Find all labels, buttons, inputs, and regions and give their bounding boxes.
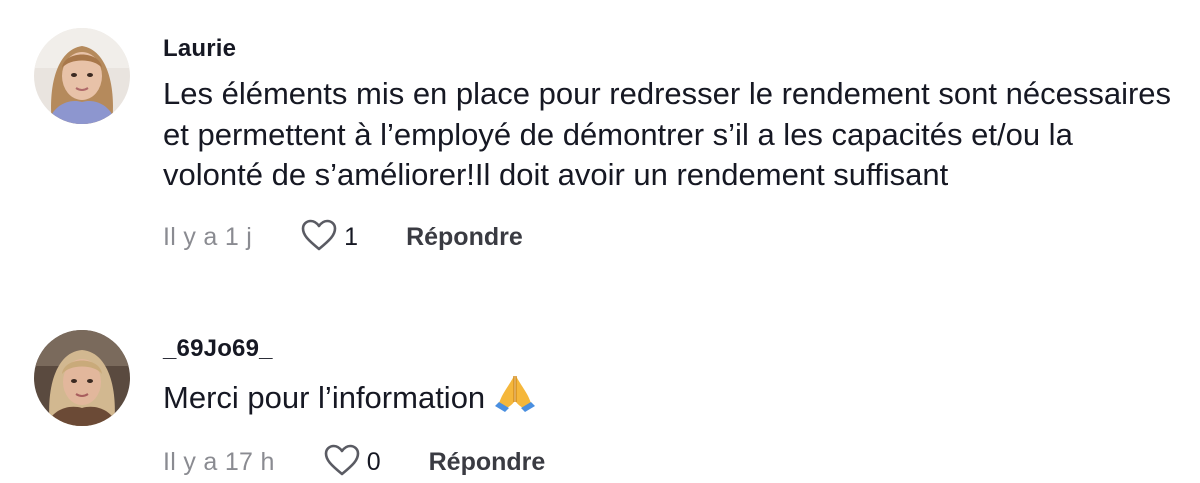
- comment-text: Merci pour l’information: [163, 372, 1180, 423]
- reply-button[interactable]: Répondre: [429, 448, 546, 477]
- reply-button[interactable]: Répondre: [406, 223, 523, 252]
- folded-hands-emoji: [493, 372, 537, 423]
- comment-text-content: Merci pour l’information: [163, 380, 486, 415]
- heart-outline-icon: [323, 443, 361, 482]
- comment-username[interactable]: Laurie: [163, 34, 1180, 64]
- comment-meta: Il y a 17 h 0 Répondre: [163, 443, 1180, 483]
- comment-meta: Il y a 1 j 1 Répondre: [163, 218, 1180, 258]
- like-count: 1: [344, 223, 359, 251]
- like-button[interactable]: 0: [323, 443, 381, 482]
- avatar[interactable]: [34, 330, 130, 426]
- like-count: 0: [366, 448, 381, 476]
- heart-outline-icon: [300, 218, 338, 257]
- avatar[interactable]: [34, 28, 130, 124]
- comment-username[interactable]: _69Jo69_: [163, 334, 1180, 364]
- comment-timestamp: Il y a 1 j: [163, 223, 253, 251]
- like-button[interactable]: 1: [300, 218, 358, 257]
- comment-text: Les éléments mis en place pour redresser…: [163, 76, 1172, 192]
- comment-timestamp: Il y a 17 h: [163, 448, 275, 476]
